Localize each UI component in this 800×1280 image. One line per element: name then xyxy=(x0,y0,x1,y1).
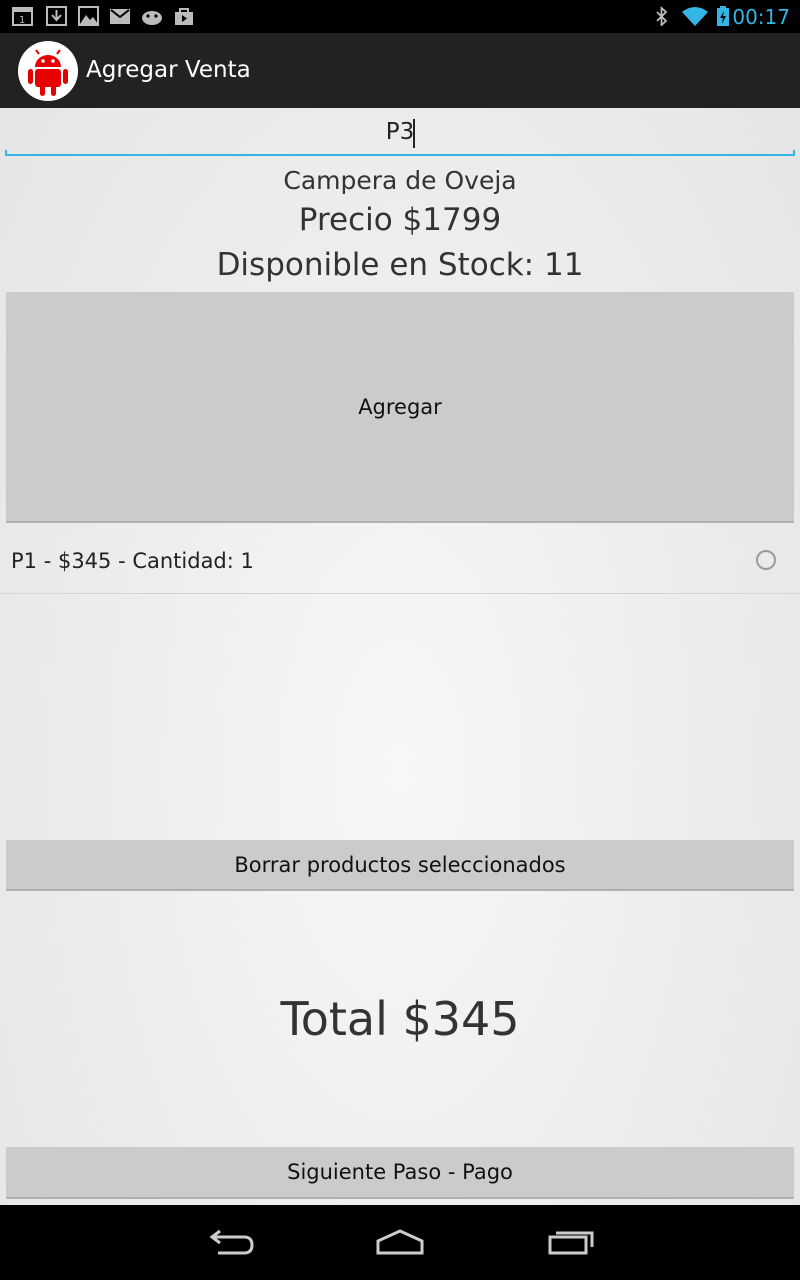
list-item[interactable]: P1 - $345 - Cantidad: 1 xyxy=(0,530,800,593)
delete-selected-button[interactable]: Borrar productos seleccionados xyxy=(6,840,794,891)
add-button[interactable]: Agregar xyxy=(6,292,794,523)
product-price: Precio $1799 xyxy=(298,202,502,238)
gmail-icon xyxy=(110,9,130,24)
clock: 00:17 xyxy=(732,5,790,29)
battery-charging-icon xyxy=(717,6,729,26)
back-icon[interactable] xyxy=(200,1223,260,1263)
calendar-icon: 1 xyxy=(12,7,33,26)
input-underline xyxy=(5,150,795,156)
status-bar: 1 00:17 xyxy=(0,0,800,33)
next-step-button[interactable]: Siguiente Paso - Pago xyxy=(6,1147,794,1199)
recent-apps-icon[interactable] xyxy=(542,1223,602,1263)
store-bag-icon xyxy=(175,8,193,25)
android-robot-icon xyxy=(28,49,68,96)
page-title: Agregar Venta xyxy=(86,57,251,83)
product-stock: Disponible en Stock: 11 xyxy=(216,247,584,283)
product-name: Campera de Oveja xyxy=(283,166,517,195)
wifi-icon xyxy=(682,7,708,26)
svg-text:1: 1 xyxy=(19,15,25,26)
download-icon xyxy=(46,6,67,26)
divider xyxy=(0,593,800,594)
android-debug-icon xyxy=(142,11,162,25)
home-icon[interactable] xyxy=(370,1223,430,1263)
image-icon xyxy=(78,6,99,26)
navigation-bar xyxy=(0,1205,800,1280)
list-item-radio[interactable] xyxy=(756,550,776,570)
product-code-input[interactable] xyxy=(6,110,794,154)
list-item-label: P1 - $345 - Cantidad: 1 xyxy=(11,549,254,573)
action-bar: Agregar Venta xyxy=(0,33,800,108)
total-amount: Total $345 xyxy=(280,992,520,1046)
bluetooth-icon xyxy=(656,6,668,26)
text-cursor xyxy=(413,119,415,148)
app-icon[interactable] xyxy=(18,41,78,101)
